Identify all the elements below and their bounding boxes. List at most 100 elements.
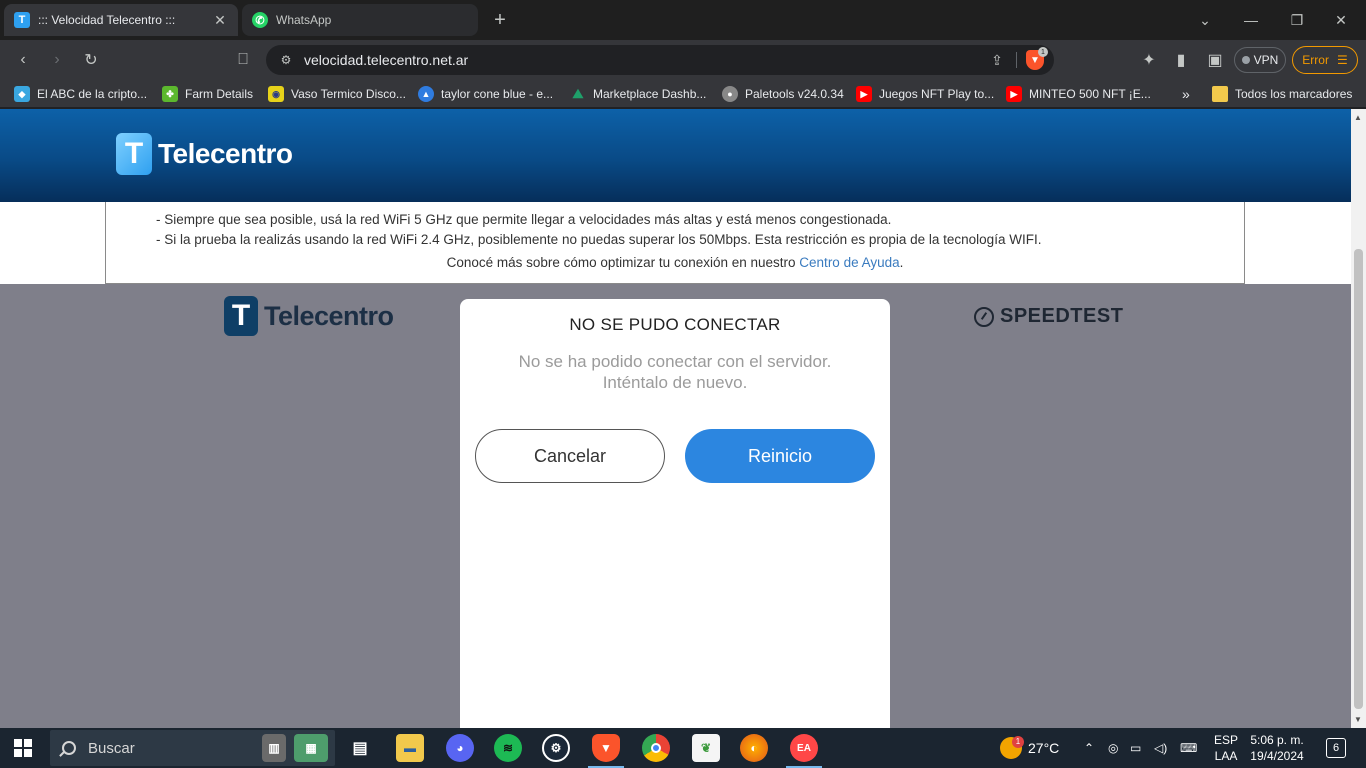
meet-now-icon[interactable]: ◎	[1108, 740, 1118, 756]
vpn-label: VPN	[1253, 53, 1279, 67]
weather-temperature[interactable]: 27°C	[1028, 740, 1059, 756]
whatsapp-icon: ✆	[252, 12, 268, 28]
ea-icon[interactable]: EA	[790, 734, 818, 762]
taskbar-search[interactable]: Buscar	[50, 730, 335, 766]
clover-icon: ✤	[162, 86, 178, 102]
scrollbar-thumb[interactable]	[1354, 249, 1363, 709]
bookmark-label: El ABC de la cripto...	[37, 87, 148, 101]
search-placeholder: Buscar	[88, 739, 135, 757]
bookmark-label: Juegos NFT Play to...	[879, 87, 995, 101]
steam-icon[interactable]: ⚙	[542, 734, 570, 762]
vpn-status-icon	[1241, 56, 1250, 64]
bookmark-item[interactable]: ✤ Farm Details	[162, 84, 253, 104]
reload-button[interactable]: ↻	[78, 48, 104, 72]
bookmark-icon[interactable]: ⎕	[230, 48, 256, 72]
tip-line: - Siempre que sea posible, usá la red Wi…	[156, 212, 892, 227]
tray-overflow-chevron-icon[interactable]: ⌃	[1084, 740, 1094, 756]
clock[interactable]: 5:06 p. m. 19/4/2024	[1246, 732, 1308, 764]
menu-icon: ☰	[1336, 53, 1348, 67]
help-center-link[interactable]: Centro de Ayuda	[799, 255, 899, 270]
site-header: T Telecentro	[0, 109, 1351, 202]
network-icon[interactable]: ▭	[1130, 740, 1141, 756]
bookmark-item[interactable]: ● Paletools v24.0.34	[722, 84, 844, 104]
tab-strip: T ::: Velocidad Telecentro ::: ✕ ✆ Whats…	[0, 0, 1366, 40]
trash-can-icon[interactable]: ▥	[262, 734, 286, 762]
vpn-button[interactable]: VPN	[1234, 47, 1286, 73]
brand-name: Telecentro	[158, 138, 293, 169]
bookmark-label: Todos los marcadores	[1235, 87, 1353, 101]
dialog-message-line: No se ha podido conectar con el servidor…	[518, 352, 832, 371]
tab-search-chevron-icon[interactable]: ⌄	[1190, 8, 1220, 32]
bookmark-item[interactable]: ▶ Juegos NFT Play to...	[856, 84, 994, 104]
paletools-icon: ●	[722, 86, 738, 102]
volume-icon[interactable]: ◁)	[1154, 740, 1167, 756]
sidebar-icon[interactable]: ▮	[1168, 48, 1194, 72]
restore-button[interactable]: ❐	[1282, 8, 1312, 32]
maps-icon[interactable]: ▦	[294, 734, 328, 762]
drop-icon: ▲	[418, 86, 434, 102]
tab-telecentro[interactable]: T ::: Velocidad Telecentro ::: ✕	[4, 4, 238, 36]
more-bookmarks-button[interactable]: »	[1182, 84, 1190, 104]
clock-date: 19/4/2024	[1250, 749, 1304, 763]
error-menu-button[interactable]: Error ☰	[1292, 46, 1358, 74]
vertical-scrollbar[interactable]: ▲ ▼	[1351, 109, 1366, 728]
tip-line: - Si la prueba la realizás usando la red…	[156, 232, 1042, 247]
tab-whatsapp[interactable]: ✆ WhatsApp	[242, 4, 478, 36]
bookmark-label: MINTEO 500 NFT ¡E...	[1029, 87, 1151, 101]
task-view-icon[interactable]: ▤	[346, 734, 374, 762]
tab-title: WhatsApp	[276, 13, 332, 27]
dialog-message: No se ha podido conectar con el servidor…	[480, 351, 870, 393]
cancel-button[interactable]: Cancelar	[475, 429, 665, 483]
shields-count-badge: 1	[1038, 47, 1048, 57]
chrome-icon[interactable]	[642, 734, 670, 762]
restart-button[interactable]: Reinicio	[685, 429, 875, 483]
start-button[interactable]	[14, 739, 32, 757]
brave-icon[interactable]: ▼	[592, 734, 620, 762]
telecentro-t-icon: T	[224, 296, 258, 336]
telecentro-logo[interactable]: T Telecentro	[116, 133, 293, 175]
close-tab-icon[interactable]: ✕	[210, 10, 230, 30]
leaf-app-icon[interactable]: ❦	[692, 734, 720, 762]
forward-button[interactable]: ›	[44, 48, 70, 72]
bookmark-item[interactable]: ▲ taylor cone blue - e...	[418, 84, 553, 104]
dialog-message-line: Inténtalo de nuevo.	[602, 373, 748, 392]
bookmark-label: Marketplace Dashb...	[593, 87, 707, 101]
share-icon[interactable]: ⇪	[986, 49, 1008, 71]
dialog-title: NO SE PUDO CONECTAR	[569, 315, 781, 334]
discord-icon[interactable]: ◕	[446, 734, 474, 762]
tab-title: ::: Velocidad Telecentro :::	[38, 13, 176, 27]
mountain-icon: ⛰	[572, 86, 584, 101]
bookmark-item[interactable]: ▶ MINTEO 500 NFT ¡E...	[1006, 84, 1151, 104]
close-window-button[interactable]: ✕	[1326, 8, 1356, 32]
site-info-icon[interactable]: ⚙	[278, 52, 294, 68]
all-bookmarks-folder[interactable]: Todos los marcadores	[1212, 84, 1352, 104]
page-viewport: T Telecentro - Siempre que sea posible, …	[0, 109, 1366, 728]
keyboard-icon[interactable]: ⌨	[1180, 740, 1197, 756]
search-icon	[62, 741, 76, 755]
file-explorer-icon[interactable]: ▬	[396, 734, 424, 762]
youtube-icon: ▶	[1006, 86, 1022, 102]
folder-icon	[1212, 86, 1228, 102]
scroll-up-icon[interactable]: ▲	[1354, 113, 1362, 122]
mercadolibre-icon: ◉	[268, 86, 284, 102]
bookmark-item[interactable]: ◉ Vaso Termico Disco...	[268, 84, 406, 104]
spotify-icon[interactable]: ≋	[494, 734, 522, 762]
language-indicator[interactable]: ESP LAA	[1212, 732, 1240, 764]
weather-badge: 1	[1012, 736, 1024, 748]
telecentro-t-icon: T	[116, 133, 152, 175]
notifications-button[interactable]: 6	[1326, 738, 1346, 758]
scroll-down-icon[interactable]: ▼	[1354, 715, 1362, 724]
back-button[interactable]: ‹	[10, 48, 36, 72]
url-text[interactable]: velocidad.telecentro.net.ar	[304, 52, 468, 68]
youtube-icon: ▶	[856, 86, 872, 102]
address-bar[interactable]: ⚙ velocidad.telecentro.net.ar ⇪ ▼ 1	[266, 45, 1054, 75]
firefox-icon[interactable]: ◐	[740, 734, 768, 762]
new-tab-button[interactable]: +	[488, 8, 512, 32]
bookmark-item[interactable]: ◆ El ABC de la cripto...	[14, 84, 147, 104]
bookmark-item[interactable]: ⛰ Marketplace Dashb...	[570, 84, 707, 104]
speedtest-label: SPEEDTEST	[1000, 305, 1124, 327]
wallet-icon[interactable]: ▣	[1202, 48, 1228, 72]
crypto-icon: ◆	[14, 86, 30, 102]
extensions-icon[interactable]: ✦	[1136, 48, 1162, 72]
minimize-button[interactable]: —	[1236, 8, 1266, 32]
